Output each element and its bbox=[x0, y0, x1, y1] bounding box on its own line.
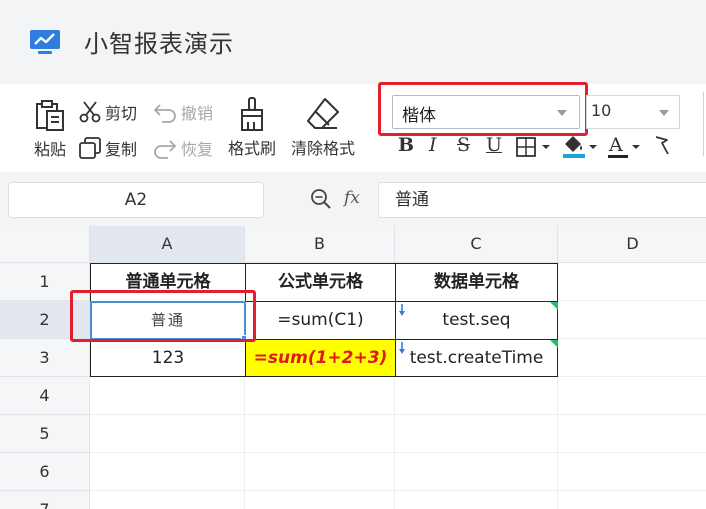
cell-b1[interactable]: 公式单元格 bbox=[245, 263, 396, 302]
cell-c3[interactable]: test.createTime bbox=[395, 339, 558, 377]
toolbar-divider bbox=[703, 92, 704, 156]
cut-label: 剪切 bbox=[105, 104, 138, 123]
font-size-select[interactable]: 10 bbox=[586, 95, 680, 129]
row-header-5[interactable]: 5 bbox=[0, 415, 90, 453]
expand-down-arrow-icon bbox=[399, 304, 405, 316]
font-highlight-annotation bbox=[378, 82, 588, 136]
cell-b4[interactable] bbox=[245, 377, 395, 415]
chart-monitor-icon bbox=[30, 30, 60, 54]
data-marker-icon bbox=[550, 340, 558, 348]
italic-button[interactable]: I bbox=[429, 134, 437, 156]
expand-down-arrow-icon bbox=[399, 342, 405, 354]
cell-a4[interactable] bbox=[90, 377, 245, 415]
bold-button[interactable]: B bbox=[398, 134, 414, 156]
column-header-c[interactable]: C bbox=[395, 226, 558, 263]
eraser-icon bbox=[307, 98, 339, 129]
border-grid-icon bbox=[516, 137, 550, 157]
formula-input[interactable]: 普通 bbox=[378, 182, 706, 218]
cell-d2[interactable] bbox=[558, 301, 706, 339]
undo-icon bbox=[153, 104, 176, 123]
strikethrough-button[interactable]: S bbox=[457, 134, 470, 156]
paste-icon bbox=[36, 100, 64, 131]
paste-button[interactable]: 粘贴 bbox=[33, 98, 67, 160]
fill-color-button[interactable] bbox=[562, 134, 600, 164]
fx-label: fx bbox=[344, 188, 360, 208]
cell-c6[interactable] bbox=[395, 453, 558, 491]
cell-c4[interactable] bbox=[395, 377, 558, 415]
redo-icon bbox=[154, 140, 177, 159]
brush-icon bbox=[241, 97, 263, 131]
cell-b5[interactable] bbox=[245, 415, 395, 453]
column-header-b[interactable]: B bbox=[245, 226, 395, 263]
cell-d5[interactable] bbox=[558, 415, 706, 453]
cell-b2[interactable]: =sum(C1) bbox=[245, 301, 396, 340]
font-color-button[interactable]: A bbox=[607, 134, 645, 164]
more-tools-button[interactable] bbox=[653, 134, 673, 162]
font-color-glyph: A bbox=[609, 134, 623, 156]
cell-d3[interactable] bbox=[558, 339, 706, 377]
cut-button[interactable]: 剪切 bbox=[78, 100, 137, 124]
copy-button[interactable]: 复制 bbox=[78, 136, 137, 160]
cell-c1[interactable]: 数据单元格 bbox=[395, 263, 558, 302]
app-title: 小智报表演示 bbox=[84, 30, 234, 58]
select-all-corner[interactable] bbox=[0, 226, 90, 263]
copy-label: 复制 bbox=[105, 140, 138, 159]
clear-format-button[interactable]: 清除格式 bbox=[291, 96, 355, 159]
column-header-d[interactable]: D bbox=[558, 226, 706, 263]
undo-label: 撤销 bbox=[181, 104, 214, 123]
cell-d4[interactable] bbox=[558, 377, 706, 415]
zoom-search-icon[interactable] bbox=[310, 188, 332, 210]
cell-a3[interactable]: 123 bbox=[90, 339, 246, 377]
cell-a5[interactable] bbox=[90, 415, 245, 453]
underline-button[interactable]: U bbox=[486, 134, 502, 156]
undo-button[interactable]: 撤销 bbox=[152, 100, 213, 124]
cell-a7[interactable] bbox=[90, 491, 245, 509]
cell-d1[interactable] bbox=[558, 263, 706, 301]
cursor-arrow-icon bbox=[655, 136, 669, 155]
cell-b3[interactable]: =sum(1+2+3) bbox=[245, 339, 396, 377]
cell-reference-box[interactable]: A2 bbox=[8, 182, 264, 218]
chevron-down-icon bbox=[659, 110, 669, 116]
paint-bucket-icon bbox=[563, 136, 597, 158]
copy-icon bbox=[79, 137, 101, 159]
format-painter-button[interactable]: 格式刷 bbox=[228, 96, 276, 159]
row-header-4[interactable]: 4 bbox=[0, 377, 90, 415]
clear-format-label: 清除格式 bbox=[291, 139, 356, 158]
cell-highlight-annotation bbox=[70, 290, 256, 342]
column-header-a[interactable]: A bbox=[90, 226, 245, 263]
row-header-6[interactable]: 6 bbox=[0, 453, 90, 491]
redo-label: 恢复 bbox=[181, 140, 214, 159]
spreadsheet-grid: A B C D 1 2 3 4 5 6 7 普通单元格 公式单元格 数据单元格 … bbox=[0, 226, 706, 509]
redo-button[interactable]: 恢复 bbox=[152, 136, 213, 160]
title-bar: 小智报表演示 bbox=[0, 0, 706, 84]
cell-c5[interactable] bbox=[395, 415, 558, 453]
scissors-icon bbox=[79, 101, 101, 123]
cell-d6[interactable] bbox=[558, 453, 706, 491]
font-size-value: 10 bbox=[591, 101, 612, 120]
row-header-7[interactable]: 7 bbox=[0, 491, 90, 509]
cell-b6[interactable] bbox=[245, 453, 395, 491]
cell-d7[interactable] bbox=[558, 491, 706, 509]
data-marker-icon bbox=[550, 302, 558, 310]
paste-label: 粘贴 bbox=[33, 140, 66, 159]
cell-a6[interactable] bbox=[90, 453, 245, 491]
format-painter-label: 格式刷 bbox=[228, 139, 277, 158]
row-header-3[interactable]: 3 bbox=[0, 339, 90, 377]
border-button[interactable] bbox=[516, 136, 554, 162]
cell-c7[interactable] bbox=[395, 491, 558, 509]
cell-c2[interactable]: test.seq bbox=[395, 301, 558, 340]
cell-b7[interactable] bbox=[245, 491, 395, 509]
